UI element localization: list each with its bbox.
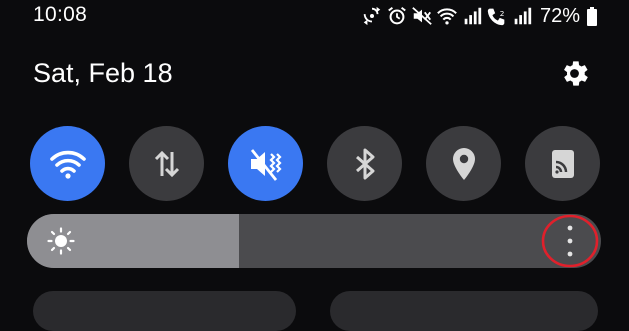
mobile-data-tile[interactable] <box>129 126 204 201</box>
wifi-calling-sim2-icon: 2 <box>486 5 508 27</box>
wifi-tile[interactable] <box>30 126 105 201</box>
more-vertical-icon[interactable] <box>541 213 599 269</box>
date-label: Sat, Feb 18 <box>33 58 173 88</box>
sound-tile[interactable] <box>228 126 303 201</box>
partial-panel-right <box>330 291 598 331</box>
wifi-icon <box>436 5 458 27</box>
sync-icon <box>361 5 383 27</box>
gear-icon[interactable] <box>558 57 591 90</box>
battery-icon <box>587 6 597 26</box>
location-tile[interactable] <box>426 126 501 201</box>
vibrate-mute-icon <box>250 148 282 181</box>
sun-icon <box>47 227 75 255</box>
status-bar: 10:08 2 72% <box>0 0 629 34</box>
location-pin-icon <box>452 147 475 180</box>
status-icons: 2 72% <box>361 4 597 28</box>
battery-percent: 72% <box>539 4 580 27</box>
signal-icon <box>511 5 533 27</box>
smart-view-tile[interactable] <box>525 126 600 201</box>
svg-text:2: 2 <box>500 9 505 18</box>
bluetooth-icon <box>355 148 374 179</box>
signal-icon <box>461 5 483 27</box>
bluetooth-tile[interactable] <box>327 126 402 201</box>
wifi-icon <box>49 150 86 179</box>
cast-icon <box>551 149 574 178</box>
partial-panel-left <box>33 291 296 331</box>
data-arrows-icon <box>154 150 179 177</box>
status-time: 10:08 <box>33 3 88 26</box>
alarm-icon <box>386 5 408 27</box>
mute-icon <box>411 5 433 27</box>
brightness-slider[interactable] <box>27 214 601 268</box>
